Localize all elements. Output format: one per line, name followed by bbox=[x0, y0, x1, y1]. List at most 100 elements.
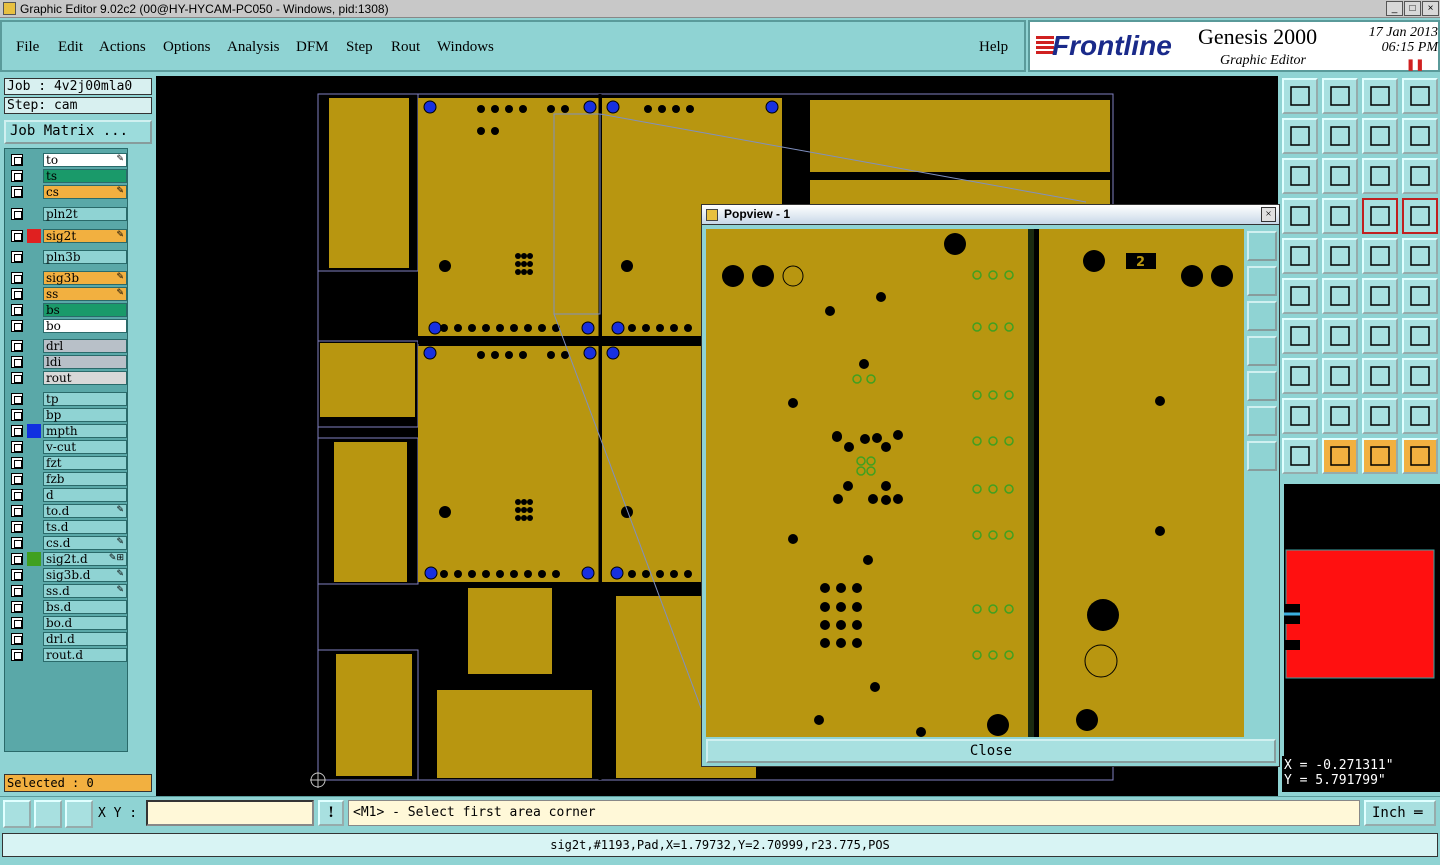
layer-checkbox[interactable] bbox=[11, 521, 23, 533]
bracket-icon[interactable] bbox=[1362, 358, 1398, 394]
snap-icon[interactable] bbox=[3, 800, 31, 828]
open-job-icon[interactable] bbox=[1282, 78, 1318, 114]
layer-name[interactable]: d bbox=[43, 488, 127, 502]
menu-step[interactable]: Step bbox=[346, 39, 373, 56]
layer-checkbox[interactable] bbox=[11, 272, 23, 284]
layer-checkbox[interactable] bbox=[11, 425, 23, 437]
layer-name[interactable]: rout.d bbox=[43, 648, 127, 662]
menu-analysis[interactable]: Analysis bbox=[227, 39, 280, 56]
layer-name[interactable]: rout bbox=[43, 371, 127, 385]
layer-row[interactable]: fzt bbox=[7, 456, 127, 470]
layer-name[interactable]: to bbox=[43, 153, 127, 167]
mirror-icon[interactable] bbox=[1402, 118, 1438, 154]
group-icon[interactable] bbox=[1402, 358, 1438, 394]
layer-list-scrollbar[interactable] bbox=[128, 148, 152, 752]
popview-close-icon[interactable]: × bbox=[1261, 207, 1276, 222]
layer-name[interactable]: v-cut bbox=[43, 440, 127, 454]
layer-row[interactable]: drl bbox=[7, 339, 127, 353]
slash-icon[interactable] bbox=[1322, 318, 1358, 354]
layer-row[interactable]: rout bbox=[7, 371, 127, 385]
arch-red-icon[interactable] bbox=[1362, 398, 1398, 434]
save-icon[interactable] bbox=[1322, 78, 1358, 114]
layer-name[interactable]: sig2t bbox=[43, 229, 127, 243]
layer-row[interactable]: sig3b.d ✎ bbox=[7, 568, 127, 582]
warning-button[interactable]: ! bbox=[318, 800, 344, 826]
layer-row[interactable]: sig2t ✎ bbox=[7, 229, 127, 243]
layer-checkbox[interactable] bbox=[11, 372, 23, 384]
layer-checkbox[interactable] bbox=[11, 617, 23, 629]
popview-close-button[interactable]: Close bbox=[706, 739, 1276, 763]
layer-name[interactable]: ts bbox=[43, 169, 127, 183]
layer-row[interactable]: fzb bbox=[7, 472, 127, 486]
layer-name[interactable]: bo bbox=[43, 319, 127, 333]
diag-arrow-icon[interactable] bbox=[1402, 278, 1438, 314]
job-matrix-button[interactable]: Job Matrix ... bbox=[4, 120, 152, 144]
layer-row[interactable]: bp bbox=[7, 408, 127, 422]
ruler-icon[interactable] bbox=[1362, 238, 1398, 274]
layer-row[interactable]: bo.d bbox=[7, 616, 127, 630]
layer-checkbox[interactable] bbox=[11, 489, 23, 501]
layer-name[interactable]: ts.d bbox=[43, 520, 127, 534]
layer-row[interactable]: ldi bbox=[7, 355, 127, 369]
popview-zoom-out-icon[interactable] bbox=[1247, 301, 1277, 331]
layer-row[interactable]: ss ✎ bbox=[7, 287, 127, 301]
layer-checkbox[interactable] bbox=[11, 304, 23, 316]
menu-rout[interactable]: Rout bbox=[391, 39, 420, 56]
layer-checkbox[interactable] bbox=[11, 649, 23, 661]
layer-row[interactable]: tp bbox=[7, 392, 127, 406]
move-icon[interactable] bbox=[1282, 358, 1318, 394]
rotate-icon[interactable] bbox=[1362, 118, 1398, 154]
pad-icon[interactable] bbox=[1402, 238, 1438, 274]
menu-actions[interactable]: Actions bbox=[99, 39, 146, 56]
home-icon[interactable] bbox=[1362, 78, 1398, 114]
layer-name[interactable]: cs.d bbox=[43, 536, 127, 550]
layer-row[interactable]: sig3b ✎ bbox=[7, 271, 127, 285]
layer-row[interactable]: bs bbox=[7, 303, 127, 317]
line-draw-icon[interactable] bbox=[1322, 238, 1358, 274]
layer-name[interactable]: bs.d bbox=[43, 600, 127, 614]
grid-icon[interactable] bbox=[65, 800, 93, 828]
arch-cross-icon[interactable] bbox=[1402, 398, 1438, 434]
layer-checkbox[interactable] bbox=[11, 457, 23, 469]
fit-icon[interactable] bbox=[1282, 158, 1318, 194]
layer-row[interactable]: bo bbox=[7, 319, 127, 333]
export-icon[interactable] bbox=[1322, 118, 1358, 154]
layer-checkbox[interactable] bbox=[11, 473, 23, 485]
layer-checkbox[interactable] bbox=[11, 230, 23, 242]
layer-row[interactable]: to ✎ bbox=[7, 153, 127, 167]
layer-name[interactable]: fzt bbox=[43, 456, 127, 470]
layer-checkbox[interactable] bbox=[11, 569, 23, 581]
minimize-button[interactable]: _ bbox=[1386, 1, 1403, 16]
layer-name[interactable]: ss bbox=[43, 287, 127, 301]
arrow-node-icon[interactable] bbox=[1362, 278, 1398, 314]
layer-checkbox[interactable] bbox=[11, 585, 23, 597]
layer-checkbox[interactable] bbox=[11, 441, 23, 453]
layer-checkbox[interactable] bbox=[11, 356, 23, 368]
layer-checkbox[interactable] bbox=[11, 186, 23, 198]
window-split-icon[interactable] bbox=[1402, 78, 1438, 114]
layer-row[interactable]: cs.d ✎ bbox=[7, 536, 127, 550]
units-select[interactable]: Inch ═ bbox=[1364, 800, 1436, 826]
layer-name[interactable]: sig3b.d bbox=[43, 568, 127, 582]
node-icon[interactable] bbox=[1282, 278, 1318, 314]
close-window-button[interactable]: × bbox=[1422, 1, 1439, 16]
select-box-icon[interactable] bbox=[1322, 438, 1358, 474]
help-icon[interactable] bbox=[1402, 158, 1438, 194]
layer-checkbox[interactable] bbox=[11, 340, 23, 352]
popview-pan-icon[interactable] bbox=[1247, 441, 1277, 471]
popview-fit-icon[interactable] bbox=[1247, 406, 1277, 436]
menu-options[interactable]: Options bbox=[163, 39, 211, 56]
triangle-icon[interactable] bbox=[1282, 398, 1318, 434]
layer-row[interactable]: d bbox=[7, 488, 127, 502]
layer-row[interactable]: bs.d bbox=[7, 600, 127, 614]
popview-title[interactable]: Popview - 1 bbox=[702, 205, 1279, 225]
layer-checkbox[interactable] bbox=[11, 154, 23, 166]
layer-name[interactable]: bo.d bbox=[43, 616, 127, 630]
angle-icon[interactable] bbox=[1282, 318, 1318, 354]
menu-help[interactable]: Help bbox=[979, 39, 1008, 56]
import-icon[interactable] bbox=[1282, 118, 1318, 154]
popview-zoom-in-icon[interactable] bbox=[1247, 266, 1277, 296]
pan-icon[interactable] bbox=[1322, 158, 1358, 194]
layer-checkbox[interactable] bbox=[11, 320, 23, 332]
maximize-button[interactable]: □ bbox=[1404, 1, 1421, 16]
